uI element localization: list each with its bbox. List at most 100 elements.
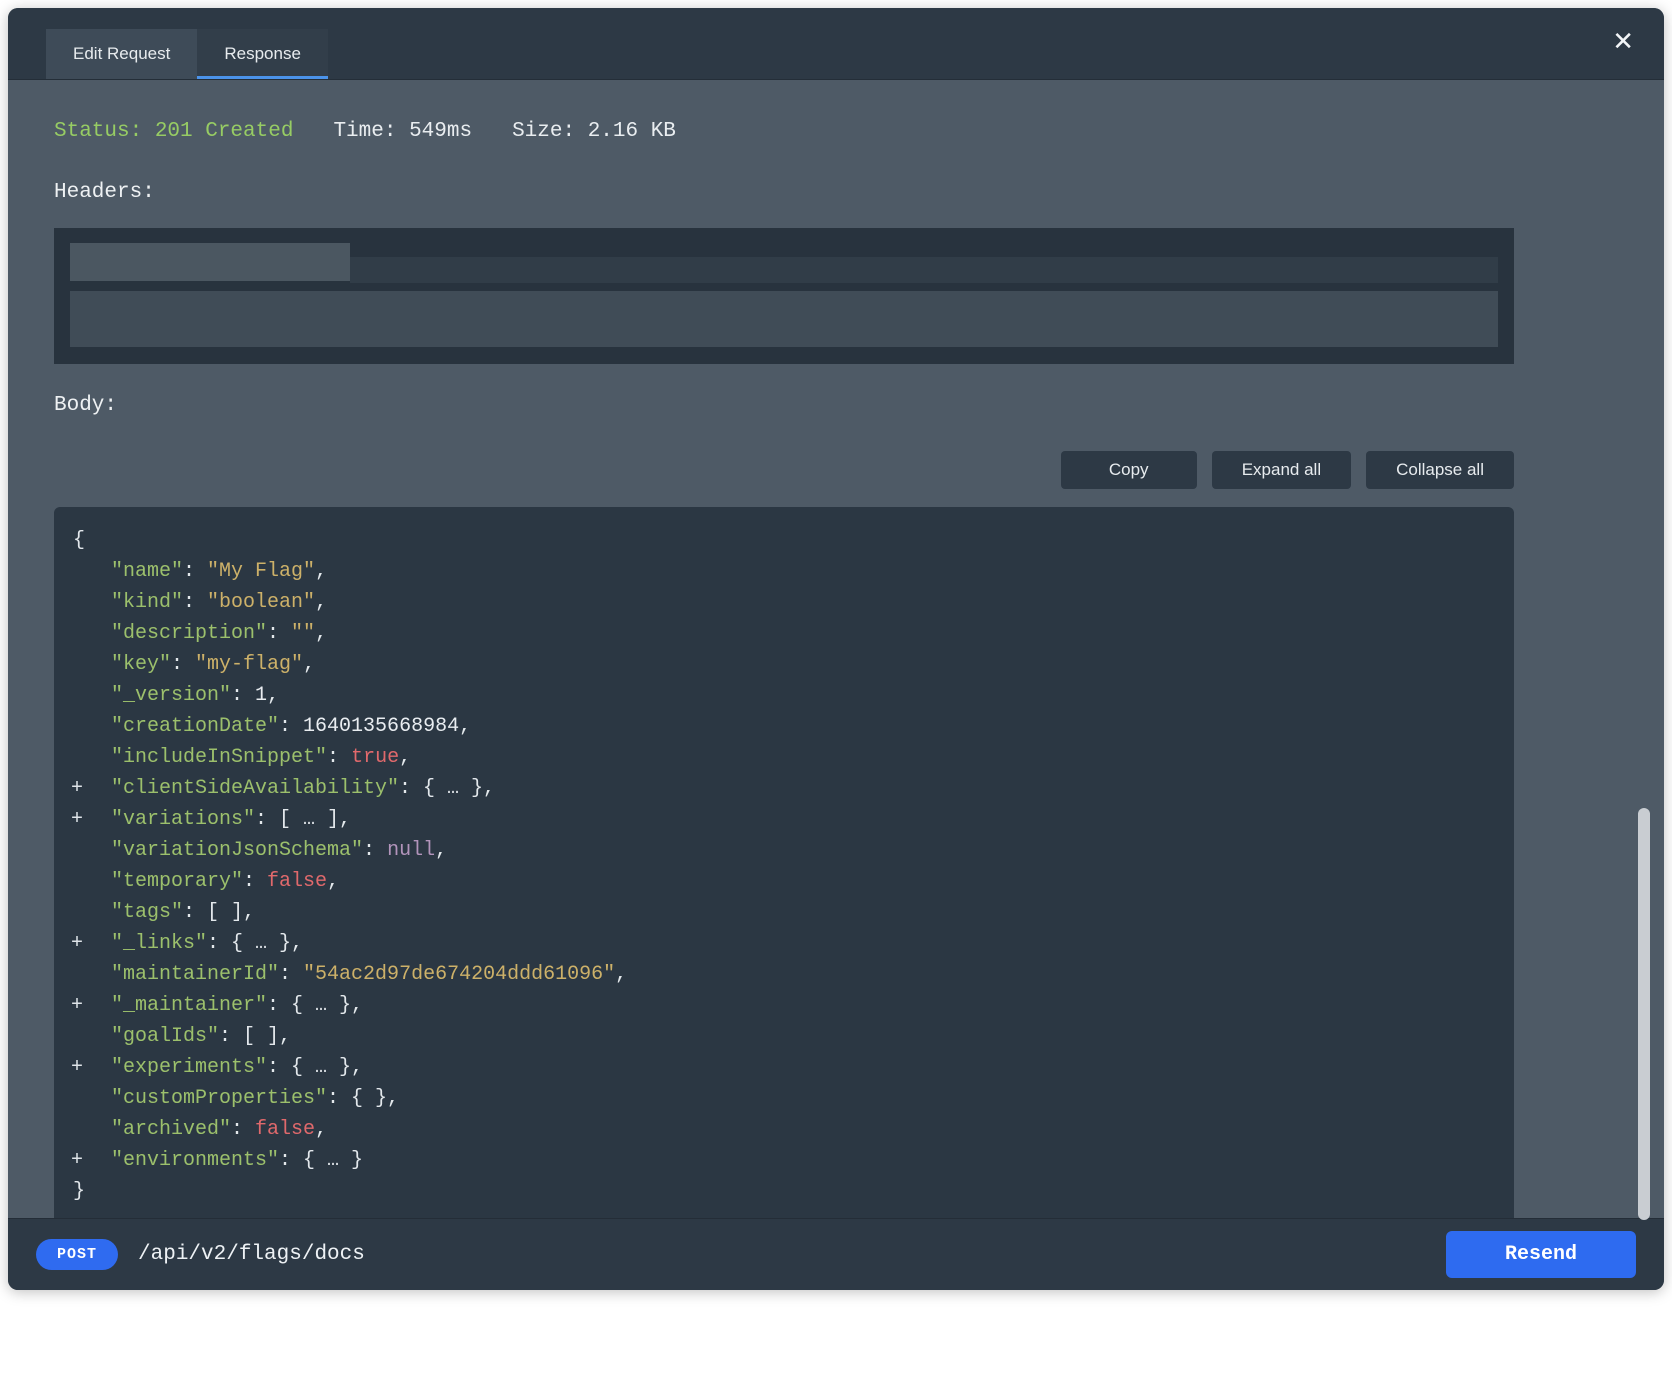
json-line: "creationDate": 1640135668984, [54, 711, 1514, 742]
time-text: Time: 549ms [333, 120, 472, 143]
json-token-plain: : [ ], [219, 1025, 291, 1048]
redacted-header-block [70, 243, 350, 281]
json-token-plain: , [315, 591, 327, 614]
headers-box [54, 228, 1514, 364]
json-token-key: "_links" [111, 932, 207, 955]
json-token-key: "includeInSnippet" [111, 746, 327, 769]
json-token-plain: , [459, 715, 471, 738]
tab-edit-request[interactable]: Edit Request [46, 29, 197, 79]
json-line: } [54, 1176, 1514, 1207]
json-token-plain: , [303, 653, 315, 676]
json-token-plain: : [183, 591, 207, 614]
json-token-plain: , [267, 684, 279, 707]
json-line: +"variations": [ … ], [54, 804, 1514, 835]
redacted-header-block [70, 291, 1498, 347]
json-token-plain: , [327, 870, 339, 893]
json-token-key: "archived" [111, 1118, 231, 1141]
json-line: "customProperties": { }, [54, 1083, 1514, 1114]
json-token-plain: : [171, 653, 195, 676]
json-token-bool: true [351, 746, 399, 769]
expand-toggle-icon[interactable]: + [71, 928, 83, 959]
json-token-plain: { [73, 529, 85, 552]
expand-toggle-icon[interactable]: + [71, 1145, 83, 1176]
tab-group: Edit Request Response [46, 29, 328, 79]
body-toolbar: Copy Expand all Collapse all [54, 451, 1514, 489]
json-token-plain: , [315, 622, 327, 645]
json-line: + "_links": { … }, [54, 928, 1514, 959]
json-token-plain: : [ … ], [255, 808, 351, 831]
json-token-plain: : { … }, [267, 994, 363, 1017]
json-line: "description": "", [54, 618, 1514, 649]
redacted-headers-row [70, 243, 1498, 283]
json-token-key: "temporary" [111, 870, 243, 893]
json-token-str: "54ac2d97de674204ddd61096" [303, 963, 615, 986]
json-token-bool: false [255, 1118, 315, 1141]
size-text: Size: 2.16 KB [512, 120, 676, 143]
json-token-key: "experiments" [111, 1056, 267, 1079]
resend-button[interactable]: Resend [1446, 1231, 1636, 1278]
json-line: "_version": 1, [54, 680, 1514, 711]
status-text: Status: 201 Created [54, 120, 293, 143]
json-token-key: "creationDate" [111, 715, 279, 738]
json-token-plain: } [73, 1180, 85, 1203]
close-icon[interactable]: ✕ [1612, 28, 1634, 54]
json-token-key: "tags" [111, 901, 183, 924]
json-line: "archived": false, [54, 1114, 1514, 1145]
json-token-plain: : { … }, [207, 932, 303, 955]
json-token-plain: : [183, 560, 207, 583]
response-panel: Status: 201 Created Time: 549ms Size: 2.… [8, 80, 1664, 1218]
json-token-plain: : [363, 839, 387, 862]
tab-response[interactable]: Response [197, 29, 328, 79]
body-label: Body: [54, 394, 1514, 417]
status-row: Status: 201 Created Time: 549ms Size: 2.… [54, 120, 1514, 143]
json-token-key: "maintainerId" [111, 963, 279, 986]
json-token-str: "boolean" [207, 591, 315, 614]
json-token-key: "environments" [111, 1149, 279, 1172]
json-line: + "environments": { … } [54, 1145, 1514, 1176]
method-badge: POST [36, 1239, 118, 1270]
json-token-key: "kind" [111, 591, 183, 614]
json-line: "goalIds": [ ], [54, 1021, 1514, 1052]
json-line: "variationJsonSchema": null, [54, 835, 1514, 866]
expand-all-button[interactable]: Expand all [1212, 451, 1351, 489]
json-token-key: "_version" [111, 684, 231, 707]
json-token-plain: : { … } [279, 1149, 363, 1172]
expand-toggle-icon[interactable]: + [71, 804, 83, 835]
json-line: + "clientSideAvailability": { … }, [54, 773, 1514, 804]
json-token-key: "clientSideAvailability" [111, 777, 399, 800]
json-line: "includeInSnippet": true, [54, 742, 1514, 773]
modal-titlebar: Edit Request Response ✕ [8, 8, 1664, 80]
json-token-key: "name" [111, 560, 183, 583]
json-line: "kind": "boolean", [54, 587, 1514, 618]
json-token-key: "key" [111, 653, 171, 676]
json-line: "temporary": false, [54, 866, 1514, 897]
expand-toggle-icon[interactable]: + [71, 990, 83, 1021]
json-token-plain: , [435, 839, 447, 862]
copy-button[interactable]: Copy [1061, 451, 1197, 489]
json-token-num: 1640135668984 [303, 715, 459, 738]
json-token-plain: , [399, 746, 411, 769]
json-token-key: "customProperties" [111, 1087, 327, 1110]
json-token-plain: : { }, [327, 1087, 399, 1110]
json-line: "name": "My Flag", [54, 556, 1514, 587]
json-token-plain: : [279, 715, 303, 738]
expand-toggle-icon[interactable]: + [71, 773, 83, 804]
expand-toggle-icon[interactable]: + [71, 1052, 83, 1083]
json-token-key: "description" [111, 622, 267, 645]
json-token-key: "goalIds" [111, 1025, 219, 1048]
collapse-all-button[interactable]: Collapse all [1366, 451, 1514, 489]
json-token-str: "my-flag" [195, 653, 303, 676]
json-line: +"_maintainer": { … }, [54, 990, 1514, 1021]
json-token-str: "" [291, 622, 315, 645]
scrollbar-thumb[interactable] [1638, 808, 1650, 1220]
json-token-plain: : [267, 622, 291, 645]
json-token-plain: : [ ], [183, 901, 255, 924]
json-line: "tags": [ ], [54, 897, 1514, 928]
json-line: { [54, 525, 1514, 556]
json-body-viewer: {"name": "My Flag","kind": "boolean","de… [54, 507, 1514, 1218]
json-token-plain: : { … }, [267, 1056, 363, 1079]
json-token-plain: : [243, 870, 267, 893]
json-token-plain: : { … }, [399, 777, 495, 800]
json-line: + "experiments": { … }, [54, 1052, 1514, 1083]
api-response-modal: Edit Request Response ✕ Status: 201 Crea… [8, 8, 1664, 1290]
